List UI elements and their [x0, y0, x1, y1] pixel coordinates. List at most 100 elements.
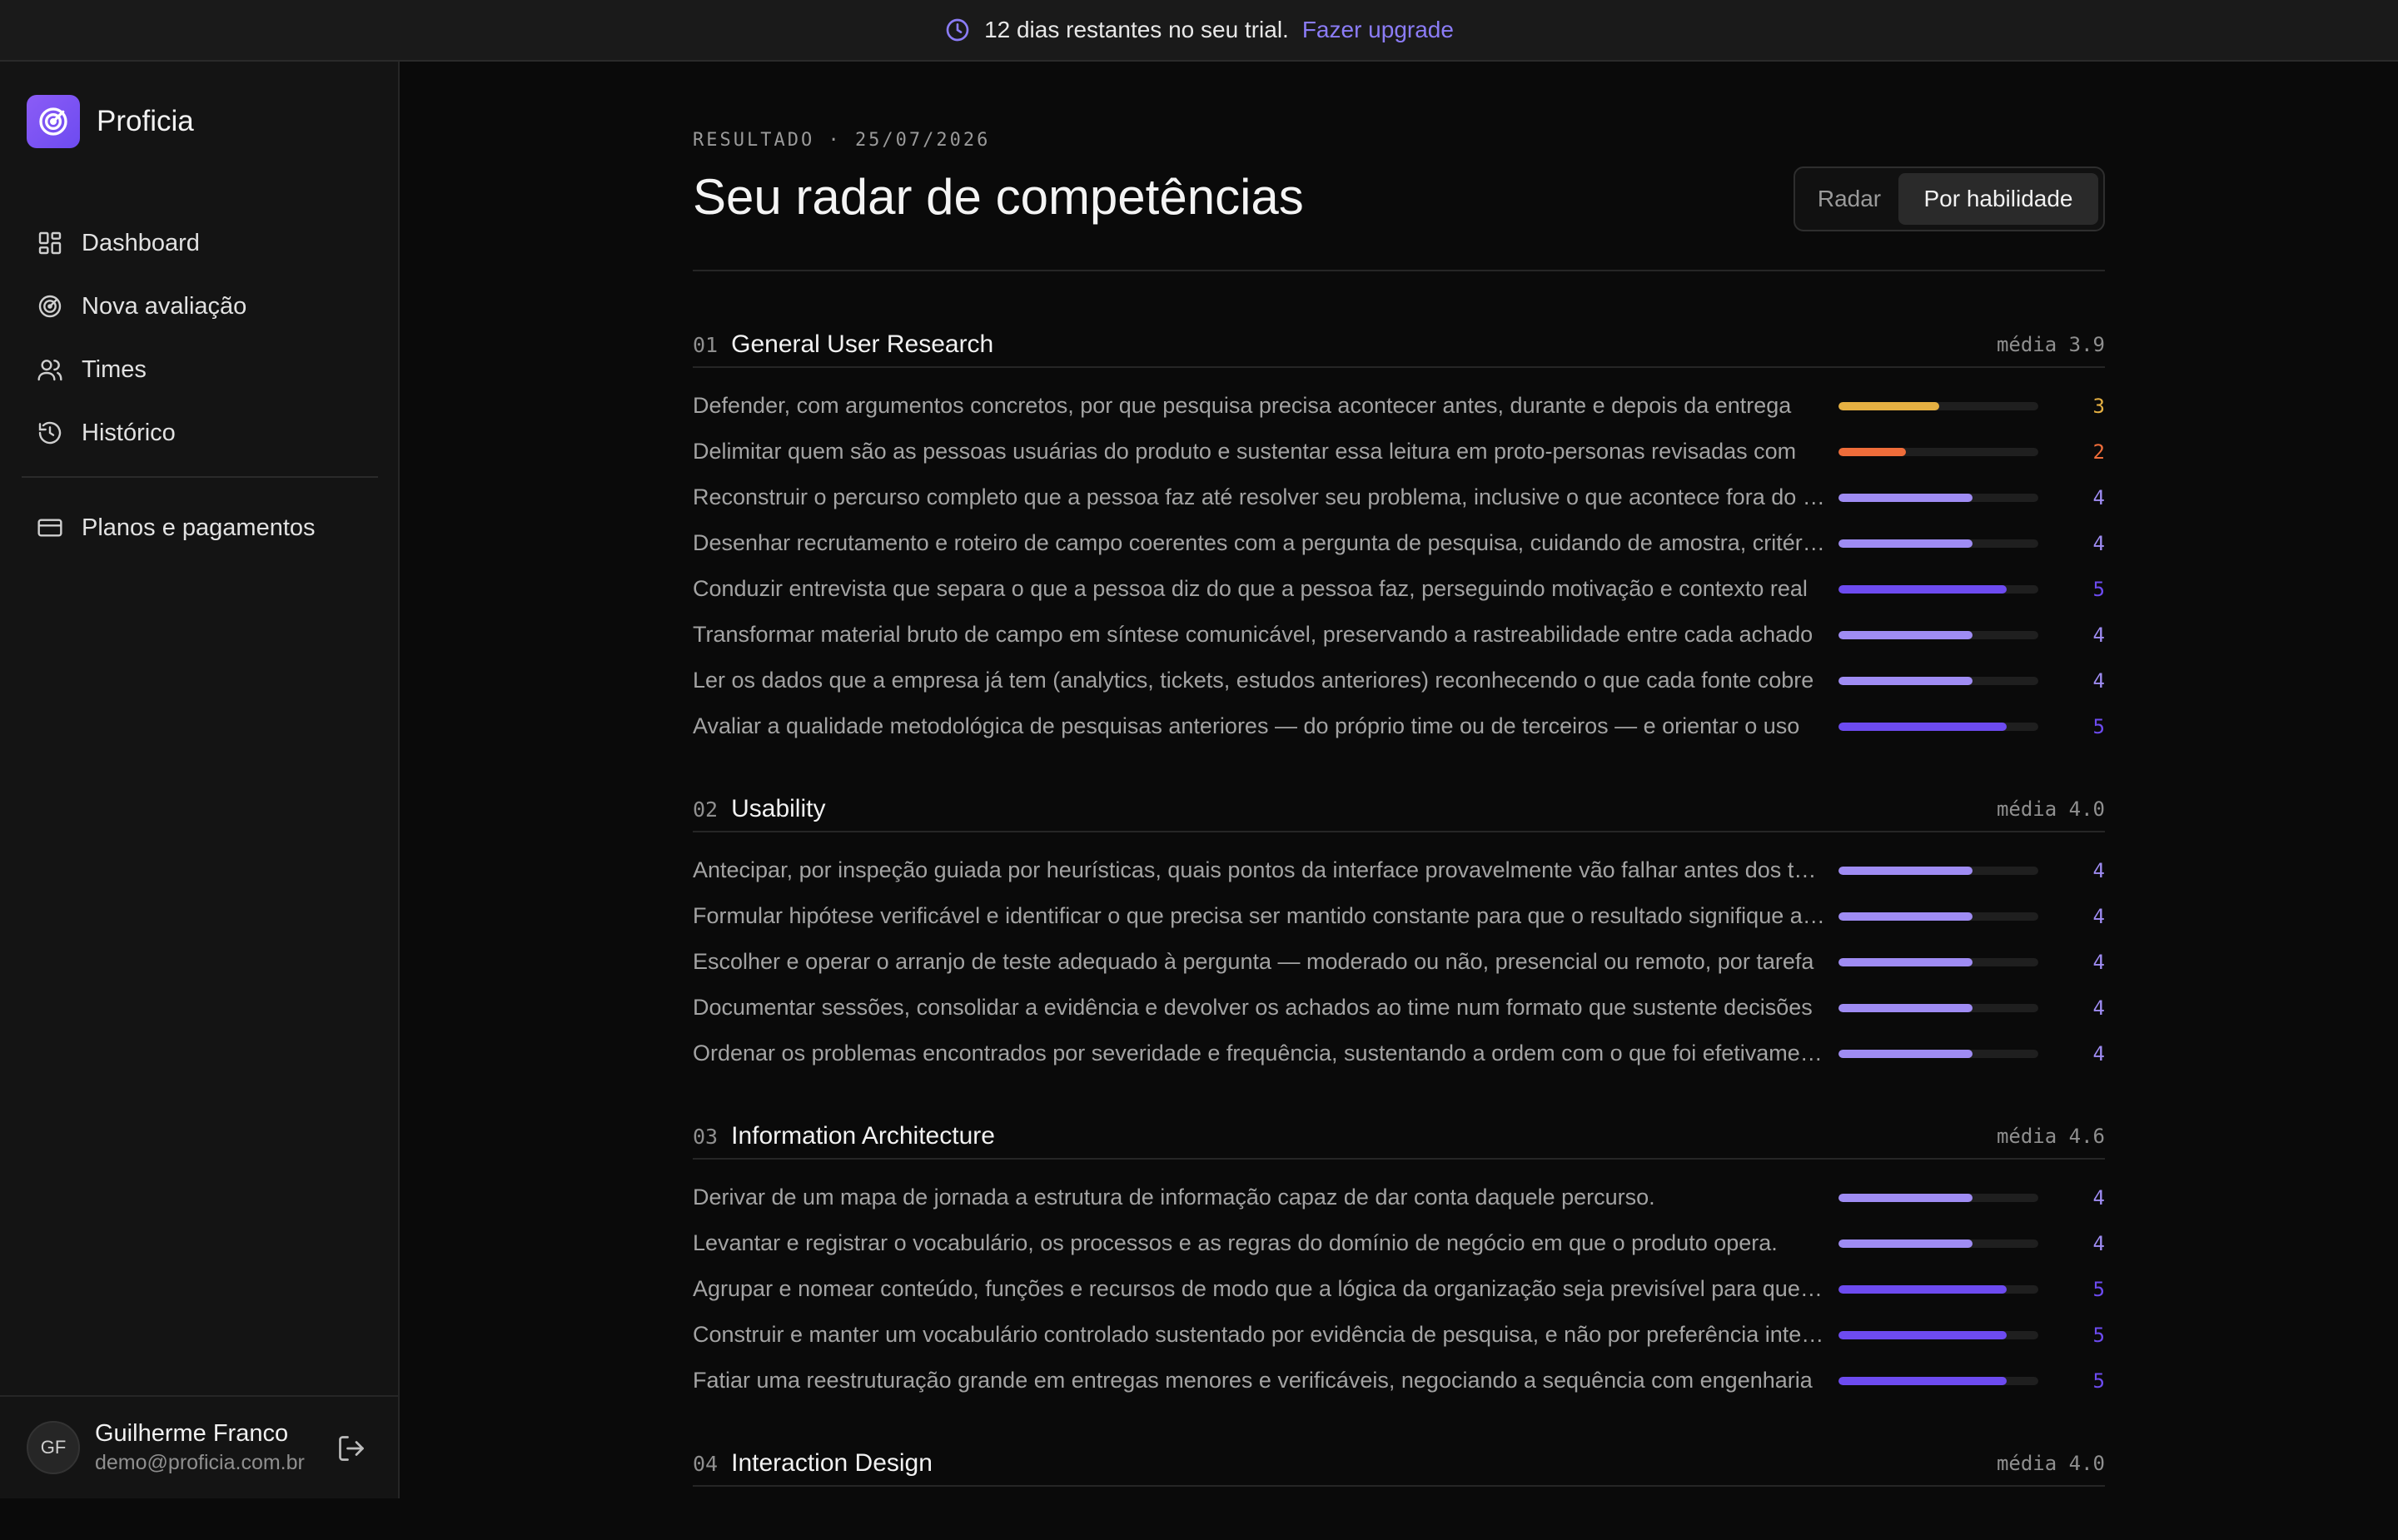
skill-score: 4 — [2092, 485, 2105, 509]
score-bar — [1838, 912, 2038, 921]
skill-description: Avaliar a qualidade metodológica de pesq… — [693, 713, 1800, 738]
result-date: RESULTADO · 25/07/2026 — [693, 130, 991, 151]
target-icon — [38, 295, 62, 318]
score-bar-fill — [1838, 630, 1973, 639]
score-bar-fill — [1838, 584, 2007, 594]
skill-row[interactable]: Conduzir entrevista que separa o que a p… — [693, 566, 2105, 612]
competency-sections: 01 General User Research média 3.9 Defender… — [693, 323, 2105, 1540]
skill-description: Construir e manter um vocabulário contro… — [693, 1322, 1828, 1347]
score-bar-fill — [1838, 1330, 2007, 1339]
skill-score: 4 — [2092, 996, 2105, 1020]
skill-description: Defender, com argumentos concretos, por … — [693, 393, 1792, 418]
score-bar-fill — [1838, 401, 1939, 410]
sidebar-item-label: Nova avaliação — [82, 292, 247, 320]
skill-description: Antecipar, por inspeção guiada por heurí… — [693, 857, 1828, 882]
history-icon — [38, 421, 62, 445]
skill-row[interactable]: Ler os dados que a empresa já tem (analy… — [693, 658, 2105, 703]
sidebar-item-label: Planos e pagamentos — [82, 514, 316, 541]
user-card: GF Guilherme Franco demo@proficia.com.br — [0, 1395, 398, 1498]
skill-row[interactable]: Transformar material bruto de campo em s… — [693, 612, 2105, 658]
section-title: Interaction Design — [731, 1449, 933, 1477]
skill-score: 4 — [2092, 531, 2105, 555]
section-title: Usability — [731, 795, 826, 822]
score-bar-fill — [1838, 1239, 1973, 1248]
skill-description: Ordenar os problemas encontrados por sev… — [693, 1041, 1828, 1066]
skill-row[interactable]: Construir e manter um vocabulário contro… — [693, 1312, 2105, 1358]
skill-score: 5 — [2092, 1323, 2105, 1347]
toggle-by-skill-button[interactable]: Por habilidade — [1898, 173, 2098, 225]
skill-score: 4 — [2092, 623, 2105, 647]
skill-row[interactable]: Formular hipótese verificável e identifi… — [693, 893, 2105, 939]
skill-row[interactable]: Derivar de um mapa de jornada a estrutur… — [693, 1175, 2105, 1220]
skill-score: 4 — [2092, 858, 2105, 882]
score-bar — [1838, 539, 2038, 548]
sidebar-item-label: Dashboard — [82, 229, 200, 256]
score-bar — [1838, 866, 2038, 875]
skill-row[interactable]: Delimitar quem são as pessoas usuárias d… — [693, 429, 2105, 474]
skill-score: 4 — [2092, 1185, 2105, 1210]
competency-section: 04 Interaction Design média 4.0 — [693, 1442, 2105, 1502]
score-bar — [1838, 630, 2038, 639]
skill-row[interactable]: Antecipar, por inspeção guiada por heurí… — [693, 847, 2105, 893]
score-bar-fill — [1838, 1049, 1973, 1058]
upgrade-link[interactable]: Fazer upgrade — [1302, 17, 1454, 43]
header-divider — [693, 270, 2105, 271]
dashboard-icon — [38, 231, 62, 255]
brand[interactable]: Proficia — [27, 95, 194, 148]
score-bar — [1838, 1239, 2038, 1248]
competency-section: 03 Information Architecture média 4.6 Deriv… — [693, 1115, 2105, 1403]
skill-score: 4 — [2092, 668, 2105, 693]
skill-description: Derivar de um mapa de jornada a estrutur… — [693, 1185, 1655, 1210]
score-bar-fill — [1838, 957, 1973, 966]
toggle-radar-button[interactable]: Radar — [1800, 173, 1898, 225]
skill-row[interactable]: Agrupar e nomear conteúdo, funções e rec… — [693, 1266, 2105, 1312]
section-average: média 4.0 — [1996, 797, 2105, 821]
skill-score: 5 — [2092, 1369, 2105, 1393]
section-header: 01 General User Research média 3.9 — [693, 323, 2105, 368]
score-bar-fill — [1838, 912, 1973, 921]
section-average: média 4.6 — [1996, 1125, 2105, 1148]
score-bar — [1838, 1330, 2038, 1339]
skill-row[interactable]: Avaliar a qualidade metodológica de pesq… — [693, 703, 2105, 749]
sidebar-item-dashboard[interactable]: Dashboard — [22, 211, 378, 275]
brand-logo-icon — [27, 95, 80, 148]
sidebar-item-nova-avaliacao[interactable]: Nova avaliação — [22, 275, 378, 338]
skill-description: Fatiar uma reestruturação grande em entr… — [693, 1368, 1813, 1393]
avatar[interactable]: GF — [27, 1421, 80, 1474]
skill-score: 5 — [2092, 714, 2105, 738]
section-header: 03 Information Architecture média 4.6 — [693, 1115, 2105, 1160]
logout-icon[interactable] — [336, 1433, 366, 1463]
skill-row[interactable]: Escolher e operar o arranjo de teste ade… — [693, 939, 2105, 985]
user-info: Guilherme Franco demo@proficia.com.br — [95, 1420, 305, 1475]
sidebar-item-historico[interactable]: Histórico — [22, 401, 378, 464]
skill-row[interactable]: Desenhar recrutamento e roteiro de campo… — [693, 520, 2105, 566]
sidebar-item-times[interactable]: Times — [22, 338, 378, 401]
competency-section: 01 General User Research média 3.9 Defender… — [693, 323, 2105, 749]
skill-score: 4 — [2092, 950, 2105, 974]
view-toggle: Radar Por habilidade — [1794, 166, 2105, 231]
score-bar-fill — [1838, 493, 1973, 502]
credit-card-icon — [37, 519, 62, 537]
sidebar: Proficia Dashboard Nova avaliação Times … — [0, 62, 400, 1498]
skill-row[interactable]: Ordenar os problemas encontrados por sev… — [693, 1031, 2105, 1076]
sidebar-item-planos[interactable]: Planos e pagamentos — [22, 496, 378, 559]
skill-description: Formular hipótese verificável e identifi… — [693, 903, 1828, 928]
skill-description: Reconstruir o percurso completo que a pe… — [693, 484, 1828, 509]
skill-score: 5 — [2092, 1277, 2105, 1301]
trial-text: 12 dias restantes no seu trial. — [984, 17, 1289, 42]
skill-row[interactable]: Fatiar uma reestruturação grande em entr… — [693, 1358, 2105, 1403]
brand-name: Proficia — [97, 105, 194, 137]
skill-row[interactable]: Documentar sessões, consolidar a evidênc… — [693, 985, 2105, 1031]
section-header: 04 Interaction Design média 4.0 — [693, 1442, 2105, 1487]
skill-description: Ler os dados que a empresa já tem (analy… — [693, 668, 1814, 693]
skill-row[interactable]: Defender, com argumentos concretos, por … — [693, 383, 2105, 429]
skill-row[interactable]: Levantar e registrar o vocabulário, os p… — [693, 1220, 2105, 1266]
skill-description: Escolher e operar o arranjo de teste ade… — [693, 949, 1814, 974]
score-bar — [1838, 1193, 2038, 1202]
score-bar-fill — [1838, 447, 1906, 456]
score-bar — [1838, 1284, 2038, 1294]
clock-icon — [946, 18, 969, 42]
skill-row[interactable]: Reconstruir o percurso completo que a pe… — [693, 474, 2105, 520]
score-bar-fill — [1838, 676, 1973, 685]
skill-description: Levantar e registrar o vocabulário, os p… — [693, 1230, 1778, 1255]
